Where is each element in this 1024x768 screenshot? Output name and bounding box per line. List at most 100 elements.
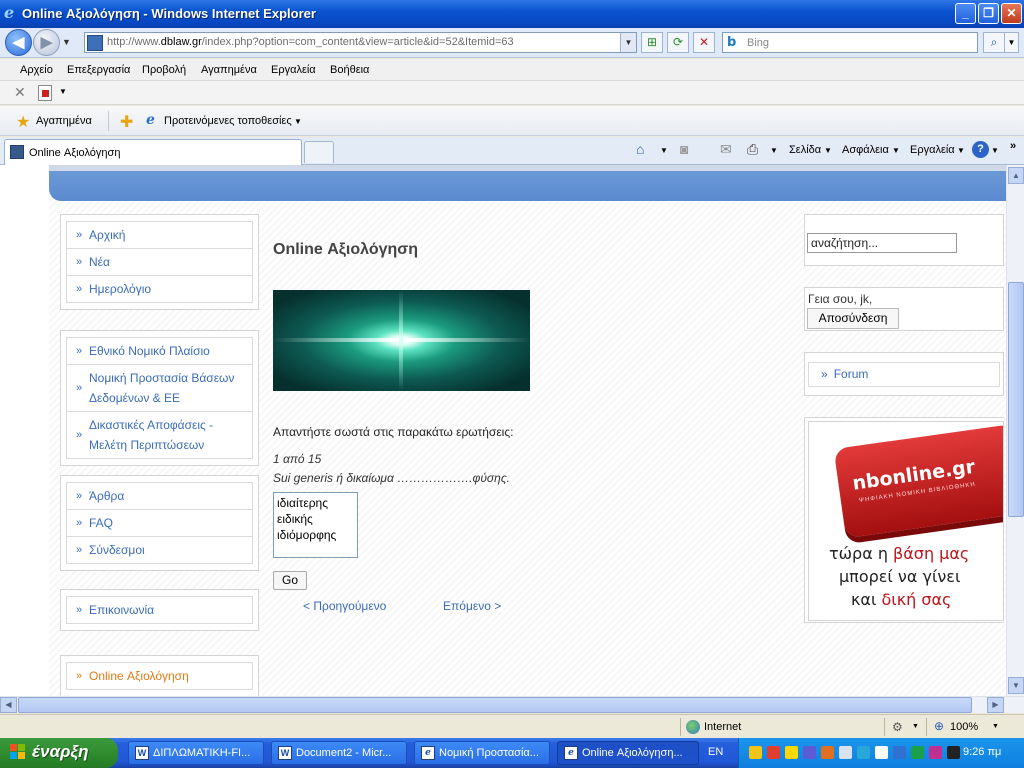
address-dropdown-icon[interactable]: ▼ (620, 33, 636, 52)
answer-option[interactable]: ιδιόμορφης (277, 527, 354, 543)
tray-app-icon[interactable] (749, 746, 762, 759)
help-dropdown-icon[interactable]: ▼ (991, 146, 999, 155)
tray-app-icon[interactable] (929, 746, 942, 759)
compatibility-view-icon[interactable]: ⊞ (641, 32, 663, 53)
tray-app-icon[interactable] (857, 746, 870, 759)
tray-app-icon[interactable] (821, 746, 834, 759)
taskbar-item-ie-legal[interactable]: e Νομική Προστασία... (414, 741, 550, 765)
close-toolbar-icon[interactable]: ✕ (14, 84, 26, 101)
tray-app-icon[interactable] (893, 746, 906, 759)
horizontal-scrollbar[interactable]: ◀ ▶ (0, 696, 1024, 713)
new-tab-button[interactable] (304, 141, 334, 163)
taskbar-item-ie-assessment[interactable]: e Online Αξιολόγηση... (557, 741, 699, 765)
safety-menu[interactable]: Ασφάλεια (842, 144, 889, 156)
safety-menu-dropdown-icon[interactable]: ▼ (892, 146, 900, 155)
maximize-button[interactable]: ❐ (978, 3, 999, 24)
volume-icon[interactable] (947, 746, 960, 759)
menu-edit[interactable]: Επεξεργασία (67, 64, 130, 76)
tools-menu-dropdown-icon[interactable]: ▼ (957, 146, 965, 155)
back-button[interactable]: ◀ (5, 29, 32, 56)
language-indicator[interactable]: EN (708, 746, 723, 758)
go-button[interactable]: Go (273, 571, 307, 590)
previous-link[interactable]: < Προηγούμενο (303, 599, 386, 613)
mail-icon[interactable]: ✉ (720, 141, 732, 158)
zoom-icon[interactable]: ⊕ (934, 719, 944, 733)
security-shield-icon[interactable] (785, 746, 798, 759)
network-icon[interactable] (839, 746, 852, 759)
taskbar-item-word-document2[interactable]: W Document2 - Micr... (271, 741, 407, 765)
close-button[interactable]: ✕ (1001, 3, 1022, 24)
print-icon[interactable]: ⎙ (747, 141, 758, 158)
more-tools-icon[interactable]: » (1010, 140, 1016, 152)
page-menu[interactable]: Σελίδα (789, 144, 821, 156)
print-dropdown-icon[interactable]: ▼ (770, 146, 778, 155)
rss-feed-icon[interactable]: ◙ (680, 141, 688, 157)
stop-icon[interactable]: ✕ (693, 32, 715, 53)
menu-favorites[interactable]: Αγαπημένα (201, 64, 257, 76)
scroll-right-icon[interactable]: ▶ (987, 697, 1004, 713)
refresh-icon[interactable]: ⟳ (667, 32, 689, 53)
menu-file[interactable]: Αρχείο (20, 64, 53, 76)
vertical-scroll-thumb[interactable] (1008, 282, 1024, 517)
search-options-dropdown-icon[interactable]: ▼ (1005, 32, 1019, 53)
menu-link-links[interactable]: » Σύνδεσμοι (66, 536, 253, 564)
next-link[interactable]: Επόμενο > (443, 599, 501, 613)
add-favorite-icon[interactable]: ✚ (120, 112, 133, 132)
suggested-sites-dropdown-icon[interactable]: ▼ (294, 117, 302, 126)
search-bar[interactable]: b Bing (722, 32, 978, 53)
menu-link-court-decisions[interactable]: » Δικαστικές Αποφάσεις - Μελέτη Περιπτώσε… (66, 411, 253, 459)
scroll-up-icon[interactable]: ▲ (1008, 167, 1024, 184)
horizontal-scroll-thumb[interactable] (18, 697, 972, 713)
tray-app-icon[interactable] (767, 746, 780, 759)
taskbar-item-word-thesis[interactable]: W ΔΙΠΛΩΜΑΤΙΚΗ-FI... (128, 741, 264, 765)
address-bar[interactable]: http://www.dblaw.gr/index.php?option=com… (84, 32, 637, 53)
address-url[interactable]: http://www.dblaw.gr/index.php?option=com… (107, 36, 514, 48)
menu-view[interactable]: Προβολή (142, 64, 186, 76)
site-search-input[interactable]: αναζήτηση... (807, 233, 957, 253)
menu-help[interactable]: Βοήθεια (330, 64, 369, 76)
scroll-left-icon[interactable]: ◀ (0, 697, 17, 713)
answer-listbox[interactable]: ιδιαίτερης ειδικής ιδιόμορφης (273, 492, 358, 558)
menu-link-contact[interactable]: » Επικοινωνία (66, 596, 253, 624)
nbonline-ad-banner[interactable]: nbonline.gr ΨΗΦΙΑΚΗ ΝΟΜΙΚΗ ΒΙΒΛΙΟΘΗΚΗ τώ… (808, 421, 1004, 621)
protected-mode-dropdown-icon[interactable]: ▼ (912, 723, 919, 730)
menu-link-national-framework[interactable]: » Εθνικό Νομικό Πλαίσιο (66, 337, 253, 364)
help-icon[interactable]: ? (972, 141, 989, 158)
tools-menu[interactable]: Εργαλεία (910, 144, 955, 156)
protected-mode-icon[interactable]: ⚙ (892, 720, 903, 734)
minimize-button[interactable]: _ (955, 3, 976, 24)
search-icon[interactable]: ⌕ (983, 32, 1005, 53)
tray-app-icon[interactable] (803, 746, 816, 759)
menu-link-home[interactable]: » Αρχική (66, 221, 253, 248)
zoom-level[interactable]: 100% (950, 721, 978, 733)
scroll-down-icon[interactable]: ▼ (1008, 677, 1024, 694)
tab-online-assessment[interactable]: Online Αξιολόγηση (4, 139, 302, 165)
menu-link-online-assessment[interactable]: » Online Αξιολόγηση (66, 662, 253, 690)
answer-option[interactable]: ιδιαίτερης (277, 495, 354, 511)
vertical-scrollbar[interactable]: ▲ ▼ (1006, 165, 1024, 696)
forum-link[interactable]: » Forum (808, 362, 1000, 387)
forward-button[interactable]: ▶ (33, 29, 60, 56)
start-button[interactable]: έναρξη (0, 738, 118, 768)
pdf-dropdown-icon[interactable]: ▼ (59, 87, 67, 96)
tray-app-icon[interactable] (875, 746, 888, 759)
pdf-convert-icon[interactable] (38, 85, 52, 101)
menu-link-faq[interactable]: » FAQ (66, 509, 253, 536)
home-dropdown-icon[interactable]: ▼ (660, 146, 668, 155)
favorites-button[interactable]: Αγαπημένα (36, 115, 92, 127)
logout-button[interactable]: Αποσύνδεση (807, 308, 899, 329)
menu-link-database-protection[interactable]: » Νομική Προστασία Βάσεων Δεδομένων & ΕΕ (66, 364, 253, 411)
home-icon[interactable]: ⌂ (636, 141, 644, 157)
page-menu-dropdown-icon[interactable]: ▼ (824, 146, 832, 155)
menu-tools[interactable]: Εργαλεία (271, 64, 316, 76)
tray-app-icon[interactable] (911, 746, 924, 759)
answer-option[interactable]: ειδικής (277, 511, 354, 527)
menu-link-news[interactable]: » Νέα (66, 248, 253, 275)
menu-link-calendar[interactable]: » Ημερολόγιο (66, 275, 253, 303)
zoom-dropdown-icon[interactable]: ▼ (992, 723, 999, 730)
recent-pages-dropdown-icon[interactable]: ▼ (62, 37, 71, 47)
article-banner-image (273, 290, 530, 391)
menu-link-articles[interactable]: » Άρθρα (66, 482, 253, 509)
favorites-star-icon[interactable]: ★ (16, 112, 30, 132)
suggested-sites-button[interactable]: Προτεινόμενες τοποθεσίες (164, 115, 292, 127)
